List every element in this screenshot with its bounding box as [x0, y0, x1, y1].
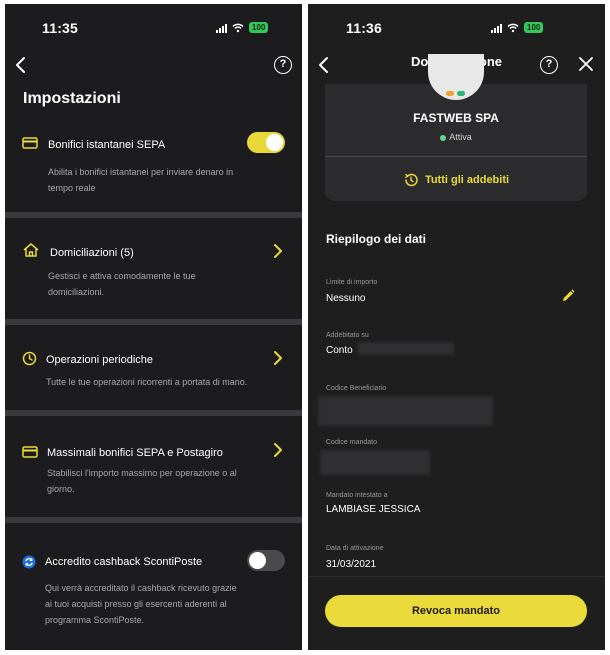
- field-label: Codice Beneficiario: [326, 385, 387, 392]
- redacted-beneficiary-code: [318, 396, 493, 426]
- signal-icon: [216, 23, 227, 33]
- all-debits-label: Tutti gli addebiti: [424, 174, 510, 186]
- status-time: 11:36: [346, 20, 383, 36]
- field-label: Addebitato su: [326, 332, 369, 339]
- field-label: Mandato intestato a: [326, 492, 388, 499]
- row-description: Gestisci e attiva comodamente le tue dom…: [48, 271, 196, 297]
- row-description: Tutte le tue operazioni ricorrenti a por…: [46, 377, 248, 387]
- status-time: 11:35: [42, 20, 79, 36]
- chevron-right-icon: [274, 351, 282, 365]
- status-bar: 11:35 100: [5, 4, 302, 44]
- wifi-icon: [507, 23, 519, 32]
- status-label: Attiva: [449, 132, 472, 142]
- status-badge: Attiva: [325, 132, 587, 142]
- card-divider: [325, 156, 587, 157]
- row-title: Massimali bonifici SEPA e Postagiro: [47, 447, 223, 459]
- back-arrow-icon[interactable]: [11, 54, 31, 76]
- wifi-icon: [232, 23, 244, 32]
- row-title: Domiciliazioni (5): [50, 247, 134, 259]
- field-value: 31/03/2021: [326, 559, 377, 570]
- row-description: Qui verrà accreditato il cashback ricevu…: [45, 583, 237, 625]
- row-description: Stabilisci l'importo massimo per operazi…: [47, 468, 237, 494]
- row-title: Operazioni periodiche: [46, 354, 154, 366]
- help-icon[interactable]: ?: [274, 56, 292, 74]
- redacted-account: [358, 342, 454, 355]
- clock-icon: [22, 351, 37, 366]
- creditor-logo: [428, 54, 484, 100]
- chevron-right-icon: [274, 443, 282, 457]
- redacted-mandate-code: [320, 450, 430, 475]
- section-divider: [5, 319, 302, 325]
- active-dot-icon: [440, 134, 447, 141]
- field-label: Data di attivazione: [326, 545, 384, 552]
- status-icons: 100: [491, 22, 544, 33]
- creditor-name: FASTWEB SPA: [413, 111, 499, 125]
- field-value: Nessuno: [326, 293, 366, 304]
- battery-indicator: 100: [524, 22, 544, 33]
- field-value: LAMBIASE JESSICA: [326, 504, 421, 515]
- home-icon: [23, 243, 39, 257]
- signal-icon: [491, 23, 502, 33]
- creditor-card: FASTWEB SPA Attiva Tutti gli addebiti: [325, 54, 587, 201]
- settings-screen: 11:35 100 ? Impostazioni Bonifici istant…: [5, 4, 302, 650]
- section-title: Riepilogo dei dati: [326, 232, 427, 246]
- section-divider: [5, 517, 302, 523]
- status-icons: 100: [216, 22, 269, 33]
- cashback-toggle[interactable]: [247, 550, 285, 571]
- row-title: Bonifici istantanei SEPA: [48, 139, 166, 151]
- sync-icon: [22, 555, 36, 569]
- card-icon: [22, 137, 38, 149]
- close-icon[interactable]: [578, 56, 594, 72]
- section-divider: [5, 410, 302, 416]
- direct-debit-detail-screen: 11:36 100 Domiciliazione ? FASTWEB SPA A…: [308, 4, 605, 650]
- history-icon: [404, 173, 418, 187]
- field-label: Codice mandato: [326, 439, 377, 446]
- status-bar: 11:36 100: [308, 4, 605, 44]
- chevron-right-icon: [274, 244, 282, 258]
- row-title: Accredito cashback ScontiPoste: [45, 556, 203, 568]
- all-debits-link[interactable]: Tutti gli addebiti: [325, 172, 587, 188]
- card-icon: [22, 446, 38, 458]
- page-title: Impostazioni: [23, 90, 121, 107]
- section-divider: [5, 212, 302, 218]
- field-label: Limite di importo: [326, 279, 378, 286]
- revoke-mandate-button[interactable]: Revoca mandato: [325, 595, 587, 627]
- instant-transfers-toggle[interactable]: [247, 132, 285, 153]
- battery-indicator: 100: [249, 22, 269, 33]
- help-icon[interactable]: ?: [540, 56, 558, 74]
- row-description: Abilita i bonifici istantanei per inviar…: [48, 167, 234, 193]
- edit-pencil-icon[interactable]: [560, 288, 576, 304]
- field-value: Conto: [326, 345, 353, 356]
